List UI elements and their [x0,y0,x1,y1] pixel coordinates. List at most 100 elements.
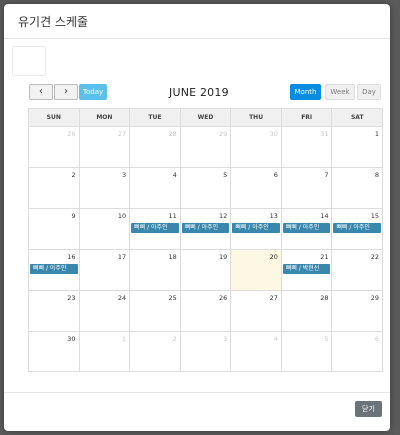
calendar-event[interactable]: 뻐삐 / 아주인 [232,223,280,233]
calendar-day[interactable]: 29 [332,291,382,331]
weekday-label: THU [231,109,282,126]
calendar-day[interactable]: 30 [29,332,80,372]
calendar-day[interactable]: 2 [130,332,181,372]
calendar-day[interactable]: 18 [130,250,181,290]
calendar-day[interactable]: 11 뻐삐 / 아주인 [130,209,181,249]
calendar-day[interactable]: 15 뻐삐 / 아주인 [332,209,382,249]
day-number: 20 [269,253,278,261]
calendar-day[interactable]: 28 [282,291,333,331]
calendar-day[interactable]: 17 [80,250,131,290]
calendar-event[interactable]: 뻐삐 / 아주인 [181,223,230,233]
day-number: 16 [67,253,76,261]
day-number: 27 [117,130,127,138]
weekday-label: FRI [282,109,333,126]
weekday-header: SUN MON TUE WED THU FRI SAT [29,109,382,127]
month-calendar: SUN MON TUE WED THU FRI SAT 26 27 28 29 30 31… [28,108,383,372]
day-number: 4 [172,171,177,179]
calendar-day[interactable]: 1 [332,127,382,167]
calendar-day[interactable]: 26 [181,291,232,331]
calendar-day[interactable]: 29 [181,127,232,167]
calendar-day[interactable]: 6 [231,168,282,208]
day-number: 3 [223,335,228,343]
calendar-day-today[interactable]: 20 [231,250,282,290]
today-button[interactable]: Today [79,84,107,100]
calendar-day[interactable]: 5 [181,168,232,208]
week-view-button[interactable]: Week [325,84,355,100]
calendar-day[interactable]: 26 [29,127,80,167]
calendar-week: 2 3 4 5 6 7 8 [29,168,382,209]
weekday-label: SUN [29,109,80,126]
weekday-label: SAT [350,114,364,121]
schedule-modal: 유기견 스케줄 ‹ › Today JUNE 2019 Month Week D… [4,4,390,431]
calendar-day[interactable]: 6 [332,332,382,372]
day-view-button[interactable]: Day [357,84,381,100]
calendar-week: 9 10 11 뻐삐 / 아주인 12 뻐삐 / 아주인 13 뻐삐 / 아주인 14 뻐삐 / … [29,209,382,250]
calendar-day[interactable]: 12 뻐삐 / 아주인 [181,209,232,249]
calendar-event[interactable]: 뻐삐 / 아주인 [30,264,78,274]
calendar-day[interactable]: 4 [231,332,282,372]
calendar-week: 16 뻐삐 / 아주인 17 18 19 20 21 뻐삐 / 박현선 22 [29,250,382,291]
calendar-day[interactable]: 2 [29,168,80,208]
day-number: 6 [374,335,380,343]
calendar-day[interactable]: 21 뻐삐 / 박현선 [282,250,333,290]
calendar-title: JUNE 2019 [169,86,229,99]
next-month-button[interactable]: › [54,84,78,100]
day-number: 21 [320,253,329,261]
day-number: 26 [67,130,76,138]
calendar-day[interactable]: 4 [130,168,181,208]
calendar-day[interactable]: 31 [282,127,333,167]
calendar-day[interactable]: 13 뻐삐 / 아주인 [231,209,282,249]
calendar-week: 23 24 25 26 27 28 29 [29,291,382,332]
calendar-event[interactable]: 뻐삐 / 아주인 [282,223,331,233]
calendar-day[interactable]: 22 [332,250,382,290]
calendar-day[interactable]: 3 [181,332,232,372]
calendar-day[interactable]: 16 뻐삐 / 아주인 [29,250,80,290]
calendar-day[interactable]: 24 [80,291,131,331]
month-view-button[interactable]: Month [290,84,321,100]
weekday-label: TUE [130,109,181,126]
day-number: 18 [168,253,177,261]
calendar-weeks: 26 27 28 29 30 31 1 2 3 4 5 6 7 8 9 10 11 뻐삐 / 아주인 12 뻐삐 / … [29,127,382,372]
prev-month-button[interactable]: ‹ [29,84,53,100]
calendar-day[interactable]: 10 [80,209,131,249]
calendar-day[interactable]: 9 [29,209,80,249]
calendar-event[interactable]: 뻐삐 / 박현선 [282,264,331,274]
calendar-day[interactable]: 8 [332,168,382,208]
modal-title: 유기견 스케줄 [18,14,89,29]
day-number: 3 [122,171,127,179]
day-number: 27 [269,294,278,302]
day-number: 30 [67,335,76,343]
modal-footer: 닫기 [4,392,390,431]
day-number: 26 [219,294,228,302]
calendar-week: 30 1 2 3 4 5 6 [29,332,382,372]
calendar-event[interactable]: 뻐삐 / 아주인 [333,223,382,233]
day-number: 2 [172,335,177,343]
modal-header: 유기견 스케줄 [4,4,390,39]
close-button[interactable]: 닫기 [355,401,382,417]
calendar-event[interactable]: 뻐삐 / 아주인 [131,223,179,233]
day-number: 5 [324,335,329,343]
day-number: 23 [67,294,76,302]
calendar-day[interactable]: 27 [231,291,282,331]
weekday-label: WED [181,109,232,126]
calendar-day[interactable]: 30 [231,127,282,167]
calendar-day[interactable]: 5 [282,332,333,372]
calendar-day[interactable]: 3 [80,168,131,208]
day-number: 13 [269,212,278,220]
day-number: 12 [219,212,228,220]
day-number: 7 [324,171,329,179]
calendar-day[interactable]: 19 [181,250,232,290]
day-number: 22 [370,253,380,261]
day-number: 2 [71,171,76,179]
calendar-day[interactable]: 7 [282,168,333,208]
calendar-toolbar: ‹ › Today JUNE 2019 Month Week Day [26,84,381,106]
calendar-day[interactable]: 23 [29,291,80,331]
calendar-day[interactable]: 25 [130,291,181,331]
day-number: 30 [269,130,278,138]
calendar-day[interactable]: 14 뻐삐 / 아주인 [282,209,333,249]
weekday-label: MON [80,109,131,126]
calendar-day[interactable]: 28 [130,127,181,167]
empty-panel [12,46,46,76]
calendar-day[interactable]: 27 [80,127,131,167]
calendar-day[interactable]: 1 [80,332,131,372]
